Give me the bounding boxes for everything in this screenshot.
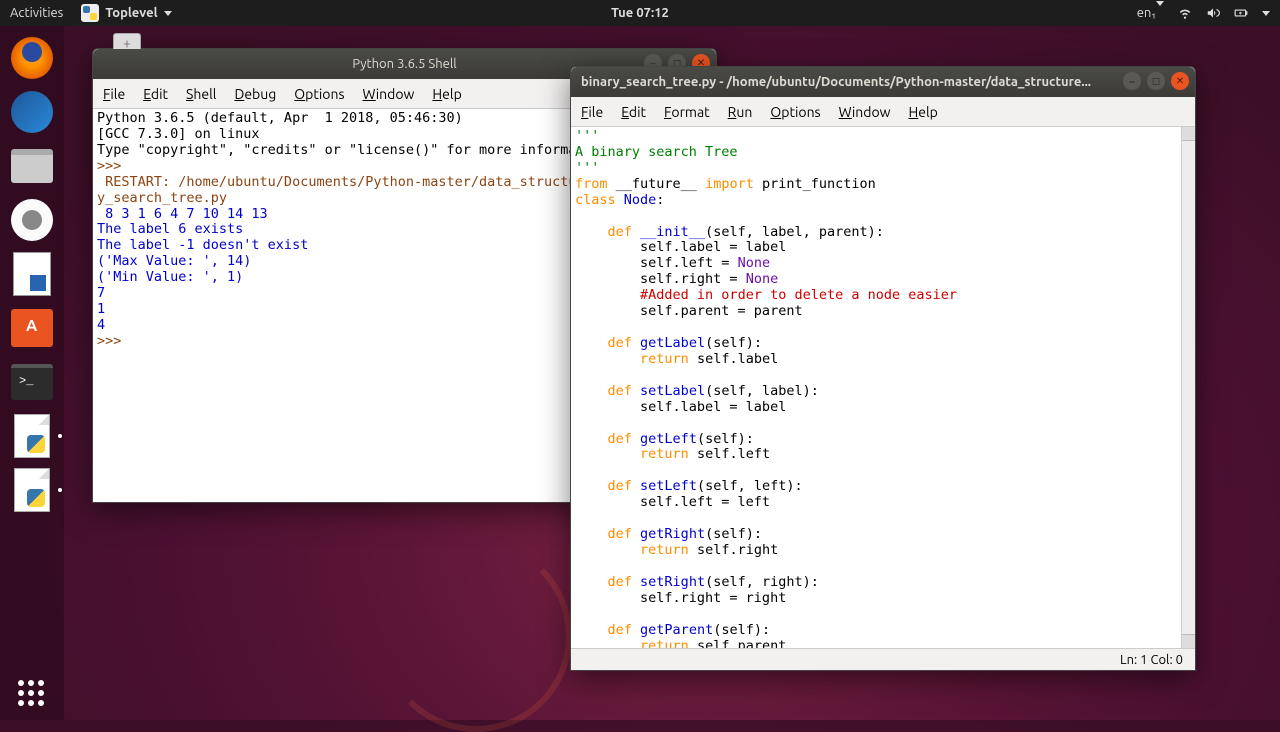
shell-menu-debug[interactable]: Debug <box>234 86 276 102</box>
gnome-topbar: Activities Toplevel Tue 07:12 en₁ <box>0 0 1280 26</box>
ubuntu-dock <box>0 26 64 720</box>
dock-idle-shell[interactable] <box>8 412 56 460</box>
files-icon <box>11 149 53 183</box>
thunderbird-icon <box>11 91 53 133</box>
python-file-icon <box>14 414 50 458</box>
editor-menu-format[interactable]: Format <box>664 104 710 120</box>
editor-menu-file[interactable]: File <box>581 104 603 120</box>
close-button[interactable]: ✕ <box>1171 72 1189 90</box>
dock-rhythmbox[interactable] <box>8 196 56 244</box>
editor-menu-help[interactable]: Help <box>909 104 938 120</box>
chevron-down-icon <box>1262 11 1270 16</box>
editor-window: binary_search_tree.py - /home/ubuntu/Doc… <box>570 66 1196 671</box>
python-icon <box>81 4 99 22</box>
window-title: Python 3.6.5 Shell <box>352 57 456 71</box>
chevron-down-icon <box>164 11 172 16</box>
editor-menubar: File Edit Format Run Options Window Help <box>571 97 1195 127</box>
dock-idle-editor[interactable] <box>8 466 56 514</box>
dock-software[interactable] <box>8 304 56 352</box>
cursor-position: Ln: 1 Col: 0 <box>1120 653 1183 667</box>
volume-icon <box>1206 6 1220 20</box>
minimize-button[interactable]: – <box>1123 72 1141 90</box>
editor-menu-options[interactable]: Options <box>770 104 820 120</box>
input-source-indicator[interactable]: en₁ <box>1137 6 1164 20</box>
editor-titlebar[interactable]: binary_search_tree.py - /home/ubuntu/Doc… <box>571 67 1195 97</box>
ubuntu-software-icon <box>11 309 53 347</box>
chevron-down-icon <box>1156 1 1164 20</box>
shell-menu-edit[interactable]: Edit <box>143 86 168 102</box>
terminal-icon <box>11 364 53 400</box>
firefox-icon <box>11 37 53 79</box>
app-menu-label: Toplevel <box>105 6 157 20</box>
libreoffice-writer-icon <box>13 252 51 296</box>
dock-terminal[interactable] <box>8 358 56 406</box>
editor-menu-run[interactable]: Run <box>728 104 753 120</box>
battery-icon <box>1234 6 1248 20</box>
editor-menu-window[interactable]: Window <box>839 104 891 120</box>
shell-menu-window[interactable]: Window <box>363 86 415 102</box>
dock-writer[interactable] <box>8 250 56 298</box>
dock-firefox[interactable] <box>8 34 56 82</box>
vertical-scrollbar[interactable] <box>1181 127 1195 648</box>
activities-button[interactable]: Activities <box>10 6 63 20</box>
show-applications-button[interactable] <box>18 680 44 706</box>
window-title: binary_search_tree.py - /home/ubuntu/Doc… <box>581 75 1091 89</box>
shell-menu-help[interactable]: Help <box>432 86 461 102</box>
python-file-icon <box>14 468 50 512</box>
shell-menu-file[interactable]: File <box>103 86 125 102</box>
dock-files[interactable] <box>8 142 56 190</box>
shell-menu-shell[interactable]: Shell <box>186 86 216 102</box>
wifi-icon <box>1178 6 1192 20</box>
maximize-button[interactable]: ◻ <box>1147 72 1165 90</box>
editor-statusbar: Ln: 1 Col: 0 <box>571 648 1195 670</box>
rhythmbox-icon <box>11 199 53 241</box>
editor-menu-edit[interactable]: Edit <box>621 104 646 120</box>
dock-thunderbird[interactable] <box>8 88 56 136</box>
app-menu[interactable]: Toplevel <box>81 4 171 22</box>
shell-menu-options[interactable]: Options <box>294 86 344 102</box>
editor-code-area[interactable]: '''A binary search Tree'''from __future_… <box>571 127 1195 648</box>
clock[interactable]: Tue 07:12 <box>611 6 669 20</box>
status-area[interactable]: en₁ <box>1137 6 1270 20</box>
